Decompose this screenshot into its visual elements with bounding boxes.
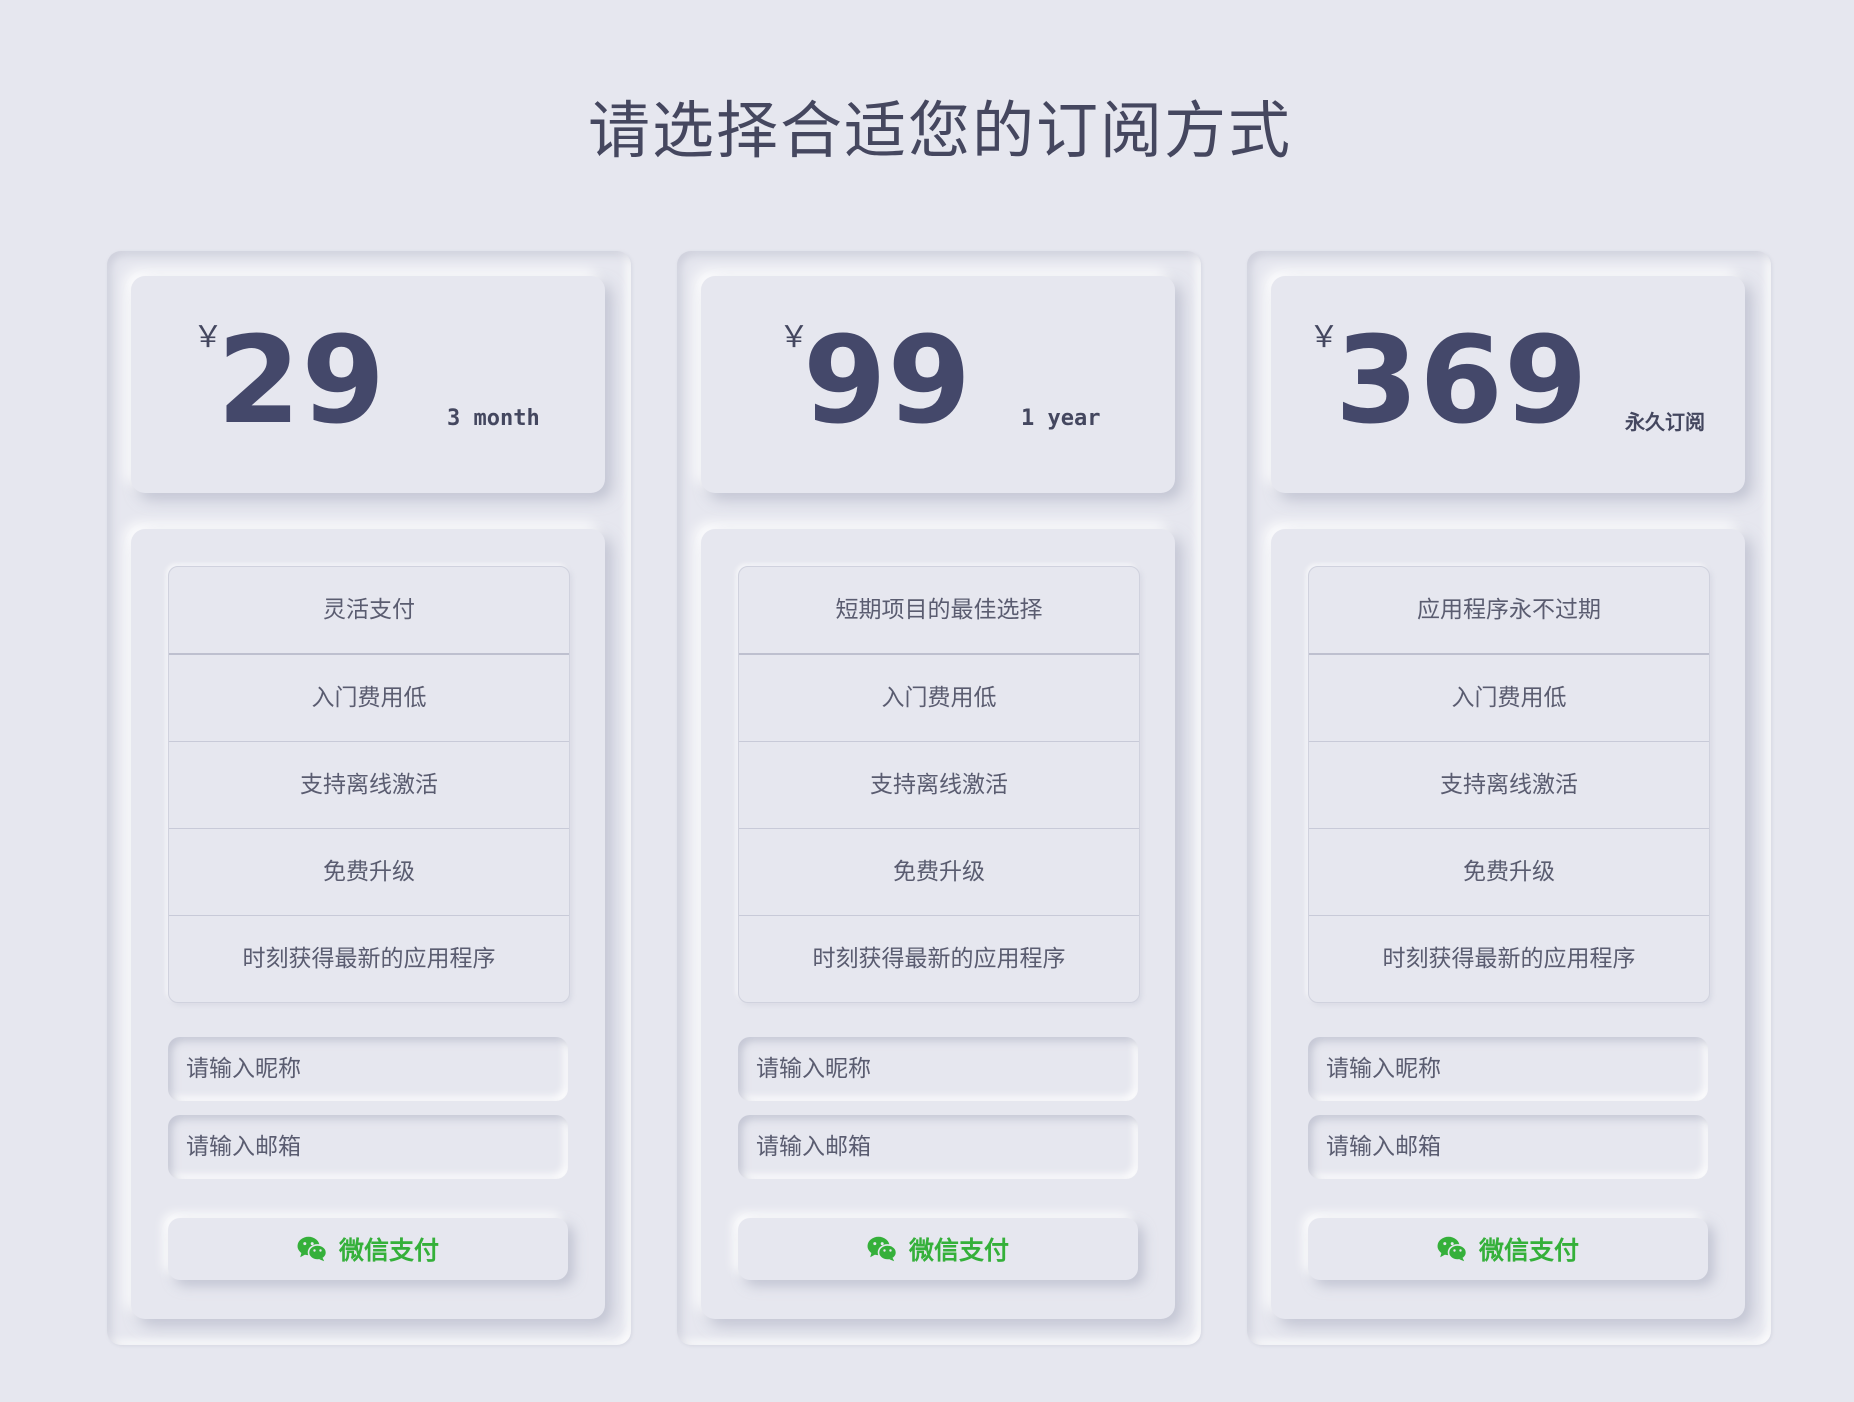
price-panel: ￥ 99 1 year	[701, 276, 1175, 493]
wechat-pay-button[interactable]: 微信支付	[738, 1218, 1138, 1280]
nickname-input[interactable]	[168, 1037, 568, 1101]
feature-item: 免费升级	[739, 829, 1139, 916]
plan-card-lifetime: ￥ 369 永久订阅 应用程序永不过期 入门费用低 支持离线激活 免费升级 时刻…	[1247, 251, 1771, 1345]
feature-list: 灵活支付 入门费用低 支持离线激活 免费升级 时刻获得最新的应用程序	[168, 566, 570, 1003]
wechat-icon	[1437, 1236, 1468, 1262]
email-input[interactable]	[738, 1115, 1138, 1179]
wechat-pay-label: 微信支付	[1478, 1236, 1579, 1265]
wechat-icon	[867, 1236, 898, 1262]
wechat-icon	[297, 1236, 328, 1262]
price-panel: ￥ 29 3 month	[131, 276, 605, 493]
wechat-pay-button[interactable]: 微信支付	[168, 1218, 568, 1280]
feature-item: 时刻获得最新的应用程序	[812, 946, 1066, 972]
price-panel: ￥ 369 永久订阅	[1271, 276, 1745, 493]
feature-item: 入门费用低	[739, 655, 1139, 742]
plan-card-1-year: ￥ 99 1 year 短期项目的最佳选择 入门费用低 支持离线激活 免费升级 …	[677, 251, 1201, 1345]
wechat-pay-label: 微信支付	[908, 1236, 1009, 1265]
feature-item: 灵活支付	[169, 567, 569, 655]
price-amount: 29	[217, 312, 386, 451]
feature-item: 时刻获得最新的应用程序	[1382, 946, 1636, 972]
email-input[interactable]	[168, 1115, 568, 1179]
billing-period: 1 year	[1021, 406, 1101, 431]
plan-details-panel: 应用程序永不过期 入门费用低 支持离线激活 免费升级 时刻获得最新的应用程序 请…	[1271, 529, 1745, 1319]
wechat-pay-label: 微信支付	[338, 1236, 439, 1265]
feature-item: 支持离线激活	[739, 742, 1139, 829]
price-amount: 369	[1335, 312, 1589, 451]
feature-item: 短期项目的最佳选择	[739, 567, 1139, 655]
wechat-pay-button[interactable]: 微信支付	[1308, 1218, 1708, 1280]
plan-card-3-month: ￥ 29 3 month 灵活支付 入门费用低 支持离线激活 免费升级 时刻获得…	[107, 251, 631, 1345]
feature-item: 入门费用低	[169, 655, 569, 742]
feature-item: 免费升级	[1309, 829, 1709, 916]
email-input[interactable]	[1308, 1115, 1708, 1179]
feature-list: 短期项目的最佳选择 入门费用低 支持离线激活 免费升级 时刻获得最新的应用程序	[738, 566, 1140, 1003]
nickname-input[interactable]	[1308, 1037, 1708, 1101]
feature-item: 入门费用低	[1309, 655, 1709, 742]
feature-item: 时刻获得最新的应用程序	[242, 946, 496, 972]
plan-details-panel: 灵活支付 入门费用低 支持离线激活 免费升级 时刻获得最新的应用程序 请输入昵称…	[131, 529, 605, 1319]
nickname-input[interactable]	[738, 1037, 1138, 1101]
feature-item: 免费升级	[169, 829, 569, 916]
feature-item: 支持离线激活	[169, 742, 569, 829]
page-title: 请选择合适您的订阅方式	[587, 93, 1292, 167]
plan-details-panel: 短期项目的最佳选择 入门费用低 支持离线激活 免费升级 时刻获得最新的应用程序	[701, 529, 1175, 1319]
feature-item: 支持离线激活	[1309, 742, 1709, 829]
feature-item: 应用程序永不过期	[1309, 567, 1709, 655]
price-amount: 99	[803, 312, 972, 451]
billing-period: 永久订阅	[1625, 410, 1705, 434]
billing-period: 3 month	[447, 406, 540, 431]
feature-list: 应用程序永不过期 入门费用低 支持离线激活 免费升级 时刻获得最新的应用程序	[1308, 566, 1710, 1003]
